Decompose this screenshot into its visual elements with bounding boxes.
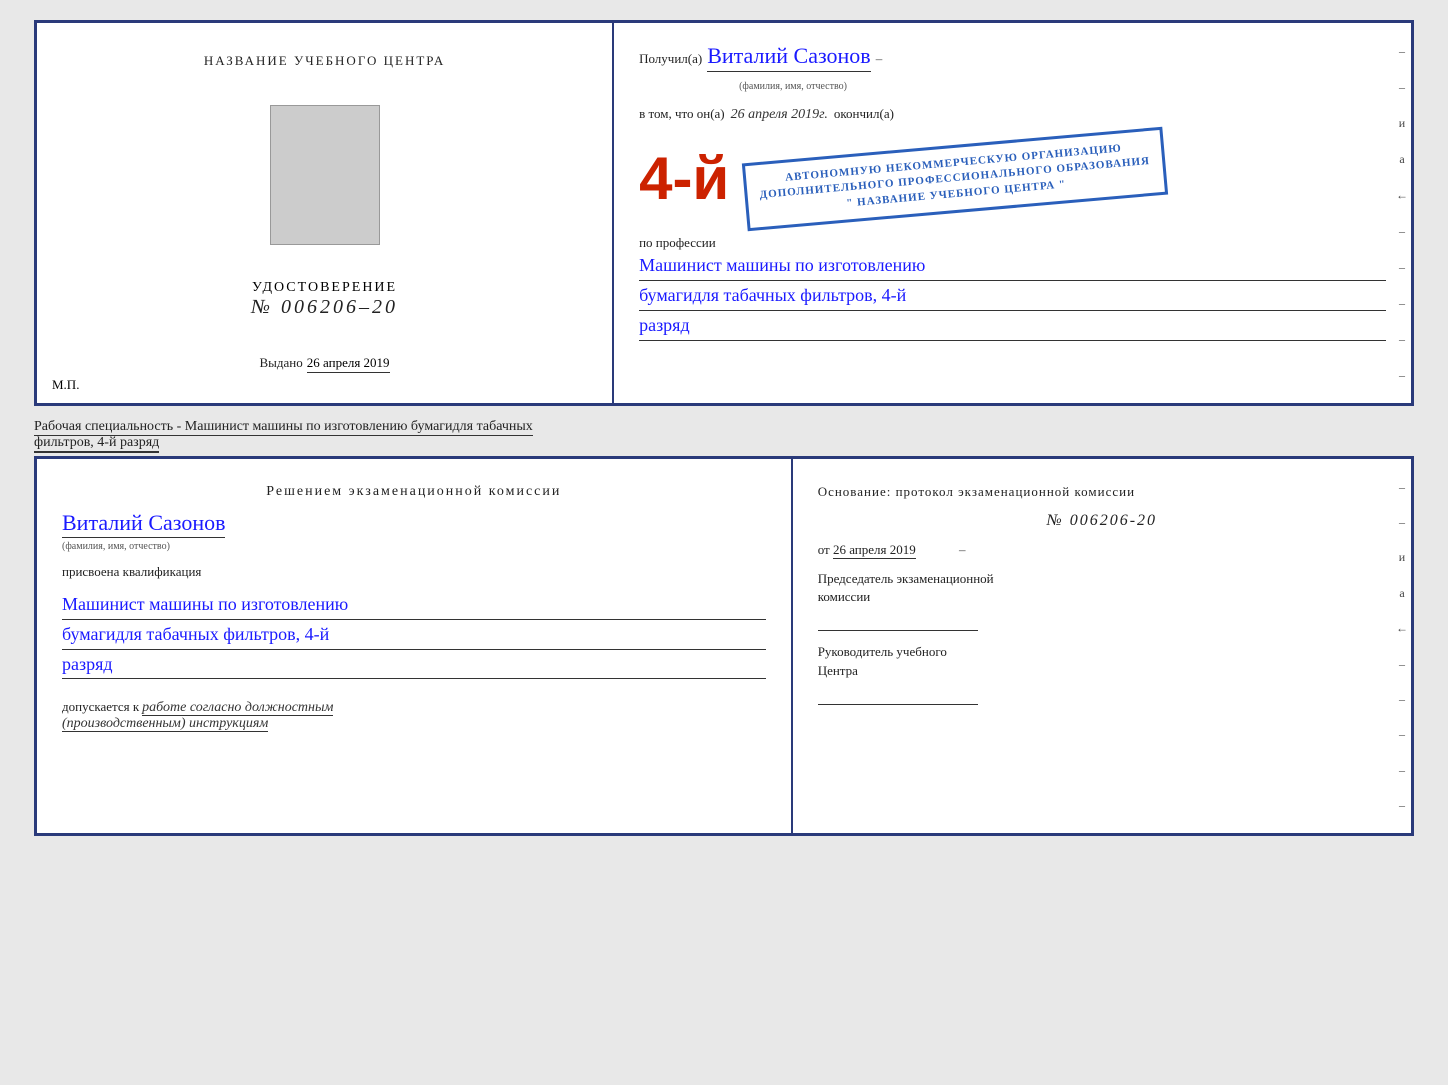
chairman-block: Председатель экзаменационной комиссии (818, 570, 1386, 631)
date-from-label: от (818, 542, 830, 557)
decision-title: Решением экзаменационной комиссии (62, 484, 766, 500)
chairman-label: Председатель экзаменационной (818, 570, 1386, 588)
protocol-number: № 006206-20 (818, 512, 1386, 530)
issued-date: 26 апреля 2019 (307, 355, 390, 373)
cert-left-panel: НАЗВАНИЕ УЧЕБНОГО ЦЕНТРА УДОСТОВЕРЕНИЕ №… (37, 23, 614, 403)
udost-number: № 006206–20 (251, 296, 398, 319)
head-signature-line (818, 685, 978, 705)
okончил-label: окончил(а) (834, 106, 894, 122)
stamp-area: 4-й АВТОНОМНУЮ НЕКОММЕРЧЕСКУЮ ОРГАНИЗАЦИ… (639, 140, 1386, 218)
middle-label: Рабочая специальность - Машинист машины … (34, 414, 1414, 456)
bottom-certificate: Решением экзаменационной комиссии Витали… (34, 456, 1414, 836)
qual-hand2: бумагидля табачных фильтров, 4-й (62, 620, 766, 650)
recipient-sub: (фамилия, имя, отчество) (739, 81, 847, 92)
cert-photo-placeholder (270, 105, 380, 245)
qual-hand3: разряд (62, 650, 766, 680)
right-dashes: – – и а ← – – – – – (1393, 23, 1411, 403)
middle-label-text: Рабочая специальность - Машинист машины … (34, 419, 533, 436)
protocol-date-line: от 26 апреля 2019 – (818, 542, 1386, 558)
cert-right-panel: Получил(а) Виталий Сазонов – (фамилия, и… (614, 23, 1411, 403)
date-line: в том, что он(а) 26 апреля 2019г. окончи… (639, 106, 1386, 123)
allowed-hand2: (производственным) инструкциям (62, 716, 268, 732)
profession-hand3: разряд (639, 311, 1386, 341)
head-label: Руководитель учебного (818, 643, 1386, 661)
bottom-person-line: Виталий Сазонов (фамилия, имя, отчество) (62, 510, 766, 554)
qualification-block: Машинист машины по изготовлению бумагидл… (62, 590, 766, 679)
profession-hand1: Машинист машины по изготовлению (639, 251, 1386, 281)
cert-bottom-left: Решением экзаменационной комиссии Витали… (37, 459, 793, 833)
issued-line: Выдано 26 апреля 2019 (260, 355, 390, 373)
bottom-person-name: Виталий Сазонов (62, 510, 225, 538)
recipient-line: Получил(а) Виталий Сазонов – (639, 43, 1386, 72)
mp-label: М.П. (52, 377, 79, 393)
in-that-label: в том, что он(а) (639, 106, 725, 122)
middle-label-text2: фильтров, 4-й разряд (34, 435, 159, 453)
allowed-block: допускается к работе согласно должностны… (62, 699, 766, 732)
document-container: НАЗВАНИЕ УЧЕБНОГО ЦЕНТРА УДОСТОВЕРЕНИЕ №… (34, 20, 1414, 836)
bottom-right-dashes: – – и а ← – – – – – (1393, 459, 1411, 833)
cert-center-title: НАЗВАНИЕ УЧЕБНОГО ЦЕНТРА (204, 53, 445, 69)
qual-hand1: Машинист машины по изготовлению (62, 590, 766, 620)
udost-label: УДОСТОВЕРЕНИЕ (251, 280, 398, 296)
basis-label: Основание: протокол экзаменационной коми… (818, 484, 1386, 500)
head-label2: Центра (818, 662, 1386, 680)
cert-date: 26 апреля 2019г. (731, 107, 828, 123)
allowed-label: допускается к (62, 699, 139, 714)
profession-hand2: бумагидля табачных фильтров, 4-й (639, 281, 1386, 311)
assigned-label: присвоена квалификация (62, 564, 766, 580)
top-certificate: НАЗВАНИЕ УЧЕБНОГО ЦЕНТРА УДОСТОВЕРЕНИЕ №… (34, 20, 1414, 406)
bottom-person-sub: (фамилия, имя, отчество) (62, 541, 170, 552)
big-number: 4-й (639, 149, 729, 209)
chairman-label2: комиссии (818, 588, 1386, 606)
protocol-date-value: 26 апреля 2019 (833, 542, 916, 559)
cert-bottom-right: Основание: протокол экзаменационной коми… (793, 459, 1411, 833)
allowed-hand: работе согласно должностным (142, 700, 333, 716)
profession-block: по профессии Машинист машины по изготовл… (639, 235, 1386, 340)
org-stamp: АВТОНОМНУЮ НЕКОММЕРЧЕСКУЮ ОРГАНИЗАЦИЮ ДО… (742, 127, 1168, 232)
profession-label: по профессии (639, 235, 1386, 251)
recipient-name: Виталий Сазонов (707, 43, 870, 72)
chairman-signature-line (818, 611, 978, 631)
cert-udost-block: УДОСТОВЕРЕНИЕ № 006206–20 (251, 280, 398, 319)
head-block: Руководитель учебного Центра (818, 643, 1386, 704)
issued-label: Выдано (260, 355, 303, 371)
received-label: Получил(а) (639, 51, 702, 67)
